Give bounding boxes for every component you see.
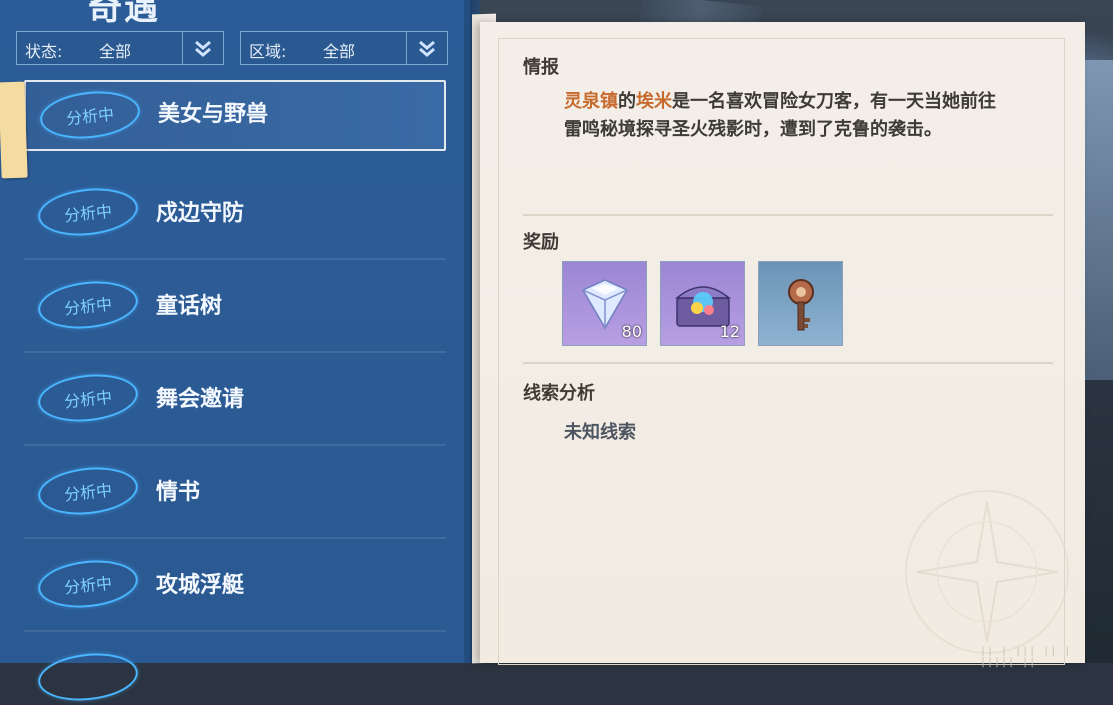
- quest-name: 戍边守防: [156, 201, 245, 226]
- quest-name: 情书: [156, 480, 201, 505]
- sticky-note: [0, 81, 28, 179]
- divider: [523, 362, 1053, 364]
- barcode-decoration: || | ||| || | ||||| ||: [980, 646, 1072, 668]
- status-filter[interactable]: 状态: 全部: [16, 31, 224, 65]
- quest-item[interactable]: 分析中 情书: [24, 446, 446, 539]
- quest-list: 分析中 美女与野兽 分析中 戍边守防 分析中 童话树 分析中 舞会邀请 分析中 …: [24, 78, 446, 705]
- reward-count: 12: [719, 322, 740, 341]
- reward-item[interactable]: [758, 261, 843, 346]
- chevron-down-icon[interactable]: [406, 32, 447, 64]
- reward-title: 奖励: [523, 232, 559, 253]
- reward-item[interactable]: 80: [562, 261, 647, 346]
- compass-watermark-icon: [905, 490, 1069, 654]
- clue-title: 线索分析: [523, 383, 595, 404]
- status-badge: 分析中: [35, 183, 141, 241]
- reward-item[interactable]: 12: [660, 261, 745, 346]
- status-badge: 分析中: [35, 462, 141, 520]
- region-filter[interactable]: 区域: 全部: [240, 31, 448, 65]
- desc-line2: 雷鸣秘境探寻圣火残影时，遭到了克鲁的袭击。: [564, 119, 942, 140]
- status-badge: 分析中: [37, 86, 143, 144]
- clue-text: 未知线索: [564, 422, 636, 443]
- key-item-icon: [788, 279, 814, 331]
- quest-item[interactable]: 分析中 攻城浮艇: [24, 539, 446, 632]
- background-edge: [1083, 60, 1113, 380]
- chevron-down-icon[interactable]: [182, 32, 223, 64]
- status-filter-label: 状态:: [25, 42, 63, 61]
- status-filter-value: 全部: [99, 42, 132, 61]
- divider: [523, 214, 1053, 216]
- quest-item[interactable]: 分析中 戍边守防: [24, 167, 446, 260]
- region-filter-value: 全部: [323, 42, 356, 61]
- quest-item[interactable]: 分析中 舞会邀请: [24, 353, 446, 446]
- status-badge: 分析中: [35, 369, 141, 427]
- status-badge: [35, 648, 141, 705]
- quest-name: 童话树: [156, 294, 223, 319]
- quest-item-selected[interactable]: 分析中 美女与野兽: [24, 80, 446, 151]
- reward-count: 80: [621, 322, 642, 341]
- person-name: 埃米: [636, 91, 672, 112]
- quest-item[interactable]: 分析中 童话树: [24, 260, 446, 353]
- quest-name: 攻城浮艇: [156, 573, 245, 598]
- quest-name: 美女与野兽: [158, 102, 269, 127]
- place-name: 灵泉镇: [564, 91, 618, 112]
- intel-description: 灵泉镇的埃米是一名喜欢冒险女刀客，有一天当她前往 雷鸣秘境探寻圣火残影时，遭到了…: [564, 88, 1054, 144]
- status-badge: 分析中: [35, 276, 141, 334]
- desc-connector: 的: [618, 91, 636, 112]
- region-filter-label: 区域:: [249, 42, 287, 61]
- quest-list-panel: 奇遇 状态: 全部 区域: 全部 分析中 美女与野兽 分析中 戍边守防 分析中 …: [0, 0, 480, 705]
- desc-line1: 是一名喜欢冒险女刀客，有一天当她前往: [672, 91, 996, 112]
- quest-item-partial[interactable]: [24, 632, 446, 705]
- intel-title: 情报: [523, 57, 559, 78]
- panel-title: 奇遇: [88, 0, 160, 28]
- quest-name: 舞会邀请: [156, 387, 245, 412]
- status-badge: 分析中: [35, 555, 141, 613]
